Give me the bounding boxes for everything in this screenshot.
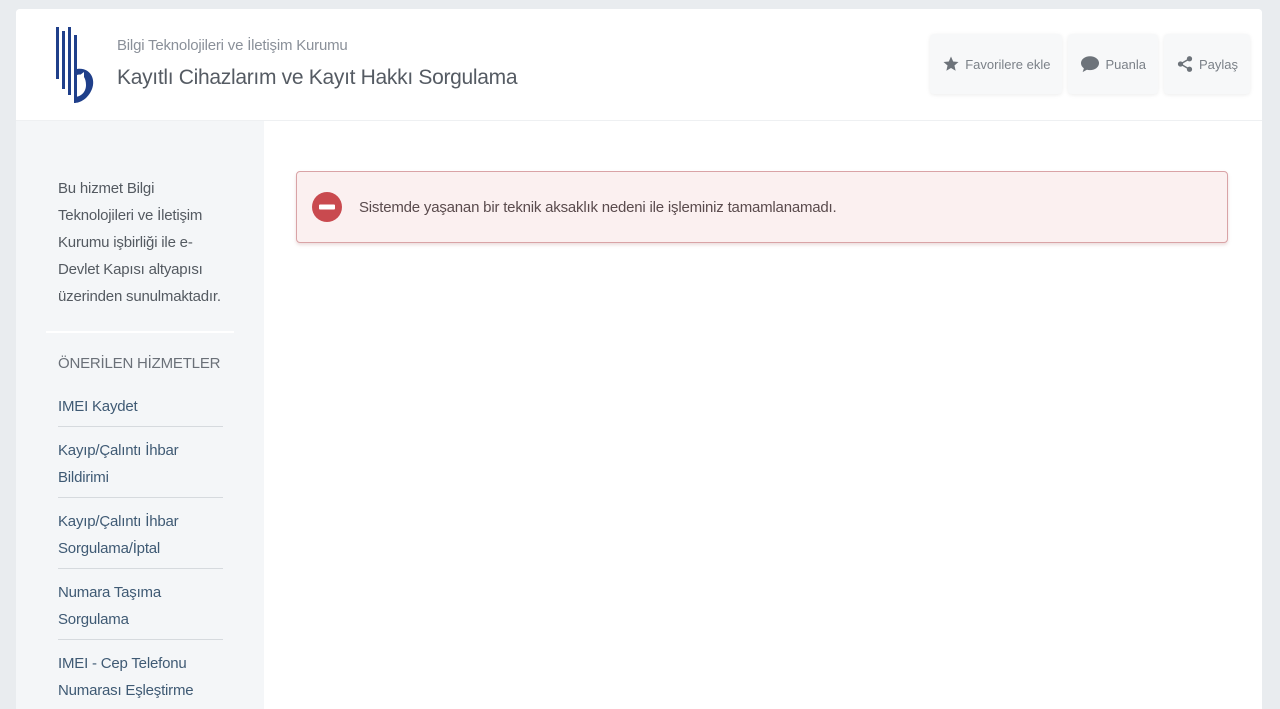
sidebar-item-ihbar-sorgulama[interactable]: Kayıp/Çalıntı İhbar Sorgulama/İptal: [58, 504, 223, 569]
share-button[interactable]: Paylaş: [1163, 34, 1250, 94]
service-description: Bu hizmet Bilgi Teknolojileri ve İletişi…: [58, 180, 221, 305]
sidebar-divider: [46, 331, 234, 333]
header-actions: Favorilere ekle Puanla Paylaş: [930, 34, 1250, 94]
recommended-services-list: IMEI Kaydet Kayıp/Çalıntı İhbar Bildirim…: [58, 389, 223, 709]
btk-logo: [56, 27, 94, 103]
page-title: Kayıtlı Cihazlarım ve Kayıt Hakkı Sorgul…: [117, 66, 518, 89]
star-icon: [943, 56, 959, 71]
rate-label: Puanla: [1105, 56, 1146, 72]
favorite-label: Favorilere ekle: [965, 56, 1051, 72]
main-content: Sistemde yaşanan bir teknik aksaklık ned…: [264, 121, 1262, 709]
comment-icon: [1081, 56, 1100, 73]
sidebar-item-imei-kaydet[interactable]: IMEI Kaydet: [58, 389, 223, 427]
sidebar-item-numara-tasima[interactable]: Numara Taşıma Sorgulama: [58, 575, 223, 640]
share-icon: [1177, 56, 1193, 72]
recommended-services-heading: ÖNERİLEN HİZMETLER: [58, 355, 221, 372]
page: Bilgi Teknolojileri ve İletişim Kurumu K…: [16, 9, 1262, 709]
error-message: Sistemde yaşanan bir teknik aksaklık ned…: [359, 199, 837, 216]
error-icon: [312, 192, 342, 222]
rate-button[interactable]: Puanla: [1068, 34, 1158, 94]
share-label: Paylaş: [1198, 56, 1238, 72]
sidebar-item-ihbar-bildirimi[interactable]: Kayıp/Çalıntı İhbar Bildirimi: [58, 433, 223, 498]
agency-name: Bilgi Teknolojileri ve İletişim Kurumu: [117, 37, 348, 54]
error-alert: Sistemde yaşanan bir teknik aksaklık ned…: [296, 171, 1228, 243]
header: Bilgi Teknolojileri ve İletişim Kurumu K…: [16, 9, 1262, 121]
sidebar: Bu hizmet Bilgi Teknolojileri ve İletişi…: [16, 121, 264, 709]
favorite-button[interactable]: Favorilere ekle: [930, 34, 1063, 94]
